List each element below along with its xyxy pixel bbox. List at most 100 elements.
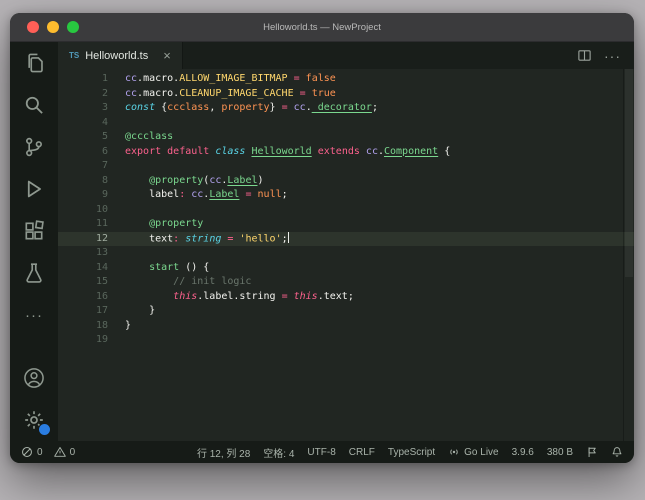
zoom-button[interactable] xyxy=(67,21,79,33)
code-line-13[interactable]: 13 xyxy=(58,246,634,261)
line-number[interactable]: 15 xyxy=(58,275,108,290)
activitybar-item-account[interactable] xyxy=(10,357,58,399)
code-token: string xyxy=(185,233,222,244)
tab-close-icon[interactable]: × xyxy=(163,49,171,62)
code-line-18[interactable]: 18} xyxy=(58,319,634,334)
more-actions-icon[interactable]: ··· xyxy=(604,48,621,64)
line-number[interactable]: 8 xyxy=(58,174,108,189)
code-line-9[interactable]: 9 label: cc.Label = null; xyxy=(58,188,634,203)
split-editor-icon[interactable] xyxy=(577,48,592,63)
code-editor[interactable]: 1 cc.macro.ALLOW_IMAGE_BITMAP = false 2 cc.… xyxy=(58,69,634,441)
code-line-10[interactable]: 10 xyxy=(58,203,634,218)
close-button[interactable] xyxy=(27,21,39,33)
code-line-17[interactable]: 17 } xyxy=(58,304,634,319)
line-number[interactable]: 2 xyxy=(58,87,108,102)
activitybar-item-explorer[interactable] xyxy=(10,42,58,84)
tab-helloworld[interactable]: TS Helloworld.ts × xyxy=(58,42,183,69)
activitybar-item-settings[interactable] xyxy=(10,399,58,441)
code-line-14[interactable]: 14 start () { xyxy=(58,261,634,276)
code-token: Label xyxy=(227,174,258,186)
activity-bar: ··· xyxy=(10,42,58,441)
code-line-6[interactable]: 6 export default class Helloworld extends… xyxy=(58,145,634,160)
activitybar-item-search[interactable] xyxy=(10,84,58,126)
status-eol[interactable]: CRLF xyxy=(349,447,375,458)
code-token: cc xyxy=(191,189,204,200)
code-token: } xyxy=(269,102,282,113)
code-line-3[interactable]: 3 const {ccclass, property} = cc._decorat… xyxy=(58,101,634,116)
status-cursor-position[interactable]: 行 12, 列 28 xyxy=(197,445,250,460)
code-token: property xyxy=(221,102,270,113)
code-line-19[interactable]: 19 xyxy=(58,333,634,348)
line-number[interactable]: 16 xyxy=(58,290,108,305)
line-number[interactable]: 1 xyxy=(58,72,108,87)
status-bar: 00 行 12, 列 28 空格: 4 UTF-8 CRLF TypeScript Go … xyxy=(10,441,634,463)
scrollbar-thumb[interactable] xyxy=(625,69,633,278)
code-line-16[interactable]: 16 this.label.string = this.text; xyxy=(58,290,634,305)
status-language-mode-text: TypeScript xyxy=(387,446,436,458)
line-number[interactable]: 5 xyxy=(58,130,108,145)
status-flag[interactable] xyxy=(586,446,598,458)
code-text: this.label.string = this.text; xyxy=(125,290,634,305)
line-number[interactable]: 19 xyxy=(58,333,108,348)
status-indentation[interactable]: 空格: 4 xyxy=(263,445,294,460)
code-token: cc xyxy=(125,73,138,84)
line-number[interactable]: 11 xyxy=(58,217,108,232)
activitybar-item-extensions[interactable] xyxy=(10,210,58,252)
code-token: Component xyxy=(384,145,439,157)
line-number[interactable]: 7 xyxy=(58,159,108,174)
code-line-15[interactable]: 15 // init logic xyxy=(58,275,634,290)
status-language-mode[interactable]: TypeScript xyxy=(388,447,435,458)
status-go-live[interactable]: Go Live xyxy=(448,446,499,458)
flag-icon xyxy=(586,446,598,458)
code-token: text xyxy=(125,233,174,244)
status-notifications[interactable] xyxy=(611,446,623,458)
code-token: false xyxy=(305,73,336,84)
activitybar-item-run-debug[interactable] xyxy=(10,168,58,210)
code-token: } xyxy=(125,319,132,331)
line-number[interactable]: 6 xyxy=(58,145,108,160)
code-token: this xyxy=(293,290,318,302)
status-encoding[interactable]: UTF-8 xyxy=(307,447,335,458)
status-errors[interactable]: 0 xyxy=(21,446,43,458)
code-line-12[interactable]: 12 text: string = 'hello'; xyxy=(58,231,634,247)
line-number[interactable]: 13 xyxy=(58,246,108,261)
code-line-5[interactable]: 5 @ccclass xyxy=(58,130,634,145)
status-warnings[interactable]: 0 xyxy=(53,446,75,458)
line-number[interactable]: 17 xyxy=(58,304,108,319)
status-version[interactable]: 3.9.6 xyxy=(512,447,534,458)
more-views-icon: ··· xyxy=(25,306,43,324)
line-number[interactable]: 9 xyxy=(58,188,108,203)
activitybar-item-source-control[interactable] xyxy=(10,126,58,168)
activitybar-item-more-views[interactable]: ··· xyxy=(10,294,58,336)
status-eol-text: CRLF xyxy=(348,446,375,458)
code-line-7[interactable]: 7 xyxy=(58,159,634,174)
line-number[interactable]: 14 xyxy=(58,261,108,276)
code-line-11[interactable]: 11 @property xyxy=(58,217,634,232)
code-token: true xyxy=(311,87,336,99)
code-line-4[interactable]: 4 xyxy=(58,116,634,131)
line-number[interactable]: 10 xyxy=(58,203,108,218)
line-number[interactable]: 18 xyxy=(58,319,108,334)
code-line-2[interactable]: 2 cc.macro.CLEANUP_IMAGE_CACHE = true xyxy=(58,87,634,102)
line-number[interactable]: 3 xyxy=(58,101,108,116)
code-text: text: string = 'hello'; xyxy=(125,231,634,247)
code-text: // init logic xyxy=(125,275,634,290)
line-number[interactable]: 12 xyxy=(58,232,108,247)
line-number[interactable]: 4 xyxy=(58,116,108,131)
code-line-1[interactable]: 1 cc.macro.ALLOW_IMAGE_BITMAP = false xyxy=(58,72,634,87)
status-file-size-text: 380 B xyxy=(546,446,573,458)
code-text: start () { xyxy=(125,261,634,276)
code-line-8[interactable]: 8 @property(cc.Label) xyxy=(58,174,634,189)
editor-scrollbar[interactable] xyxy=(623,69,634,441)
activitybar-item-testing[interactable] xyxy=(10,252,58,294)
window-controls xyxy=(10,21,79,33)
golive-icon xyxy=(448,446,460,458)
minimize-button[interactable] xyxy=(47,21,59,33)
code-token: { xyxy=(438,145,451,157)
typescript-file-icon: TS xyxy=(69,51,80,60)
status-cursor-position-text: 行 12, 列 28 xyxy=(196,448,251,460)
status-file-size[interactable]: 380 B xyxy=(547,447,573,458)
